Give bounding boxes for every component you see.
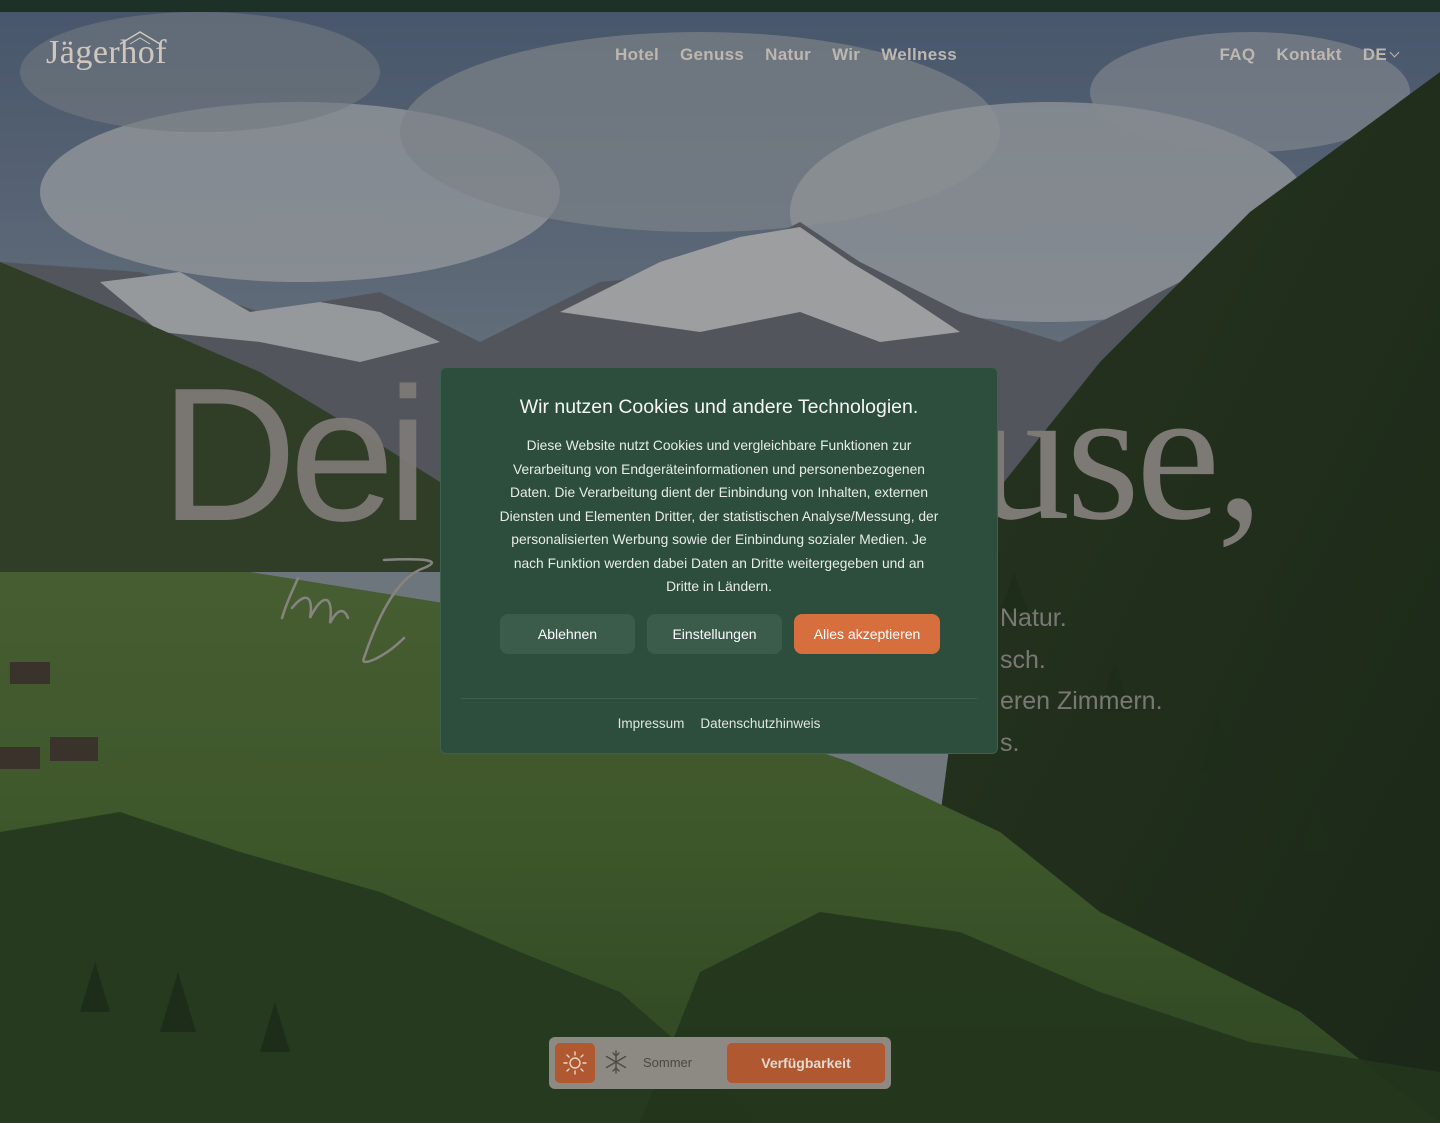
nav-item-wir[interactable]: Wir — [832, 45, 860, 65]
season-label: Sommer — [643, 1055, 693, 1070]
accept-all-button[interactable]: Alles akzeptieren — [794, 614, 940, 654]
cookie-dialog-links: Impressum Datenschutzhinweis — [441, 716, 997, 731]
snowflake-icon — [605, 1050, 627, 1074]
booking-bar: Sommer Verfügbarkeit — [549, 1037, 891, 1089]
cookie-button-row: Ablehnen Einstellungen Alles akzeptieren — [500, 614, 940, 654]
cookie-dialog-title: Wir nutzen Cookies und andere Technologi… — [519, 396, 919, 418]
nav-item-kontakt[interactable]: Kontakt — [1276, 45, 1341, 65]
privacy-link[interactable]: Datenschutzhinweis — [700, 716, 820, 731]
hero-headline-right: use, — [975, 350, 1264, 560]
hero-subtext-line: sch. — [1000, 645, 1046, 674]
hero-subtext: Natur. sch. eren Zimmern. s. — [1000, 598, 1163, 764]
summer-toggle[interactable] — [555, 1043, 595, 1083]
secondary-menu: FAQ Kontakt DE — [1220, 45, 1400, 65]
settings-button[interactable]: Einstellungen — [647, 614, 782, 654]
nav-item-faq[interactable]: FAQ — [1220, 45, 1256, 65]
language-label: DE — [1362, 45, 1387, 64]
hero-subtext-line: eren Zimmern. — [1000, 687, 1163, 715]
roof-icon — [119, 31, 161, 45]
cookie-dialog-body: Diese Website nutzt Cookies und vergleic… — [499, 438, 939, 594]
availability-button[interactable]: Verfügbarkeit — [727, 1043, 885, 1083]
decline-button[interactable]: Ablehnen — [500, 614, 635, 654]
divider — [461, 698, 977, 699]
language-selector[interactable]: DE — [1362, 45, 1400, 65]
nav-item-wellness[interactable]: Wellness — [881, 45, 957, 65]
top-strip — [0, 0, 1440, 12]
logo[interactable]: Jägerhof — [46, 31, 167, 72]
nav-item-hotel[interactable]: Hotel — [615, 45, 659, 65]
winter-toggle[interactable] — [601, 1047, 631, 1077]
nav-item-natur[interactable]: Natur — [765, 45, 811, 65]
sun-icon — [563, 1051, 587, 1075]
hero-subtext-line: Natur. — [1000, 604, 1067, 632]
header-navigation: Jägerhof Hotel Genuss Natur Wir Wellness… — [0, 12, 1440, 96]
chevron-down-icon — [1389, 47, 1400, 58]
hero-headline-left: Dei — [160, 349, 429, 561]
cookie-consent-dialog: Wir nutzen Cookies und andere Technologi… — [440, 367, 998, 754]
nav-item-genuss[interactable]: Genuss — [680, 45, 744, 65]
hero-subtext-line: s. — [1000, 728, 1020, 757]
imprint-link[interactable]: Impressum — [618, 716, 685, 731]
main-menu: Hotel Genuss Natur Wir Wellness — [615, 45, 957, 65]
